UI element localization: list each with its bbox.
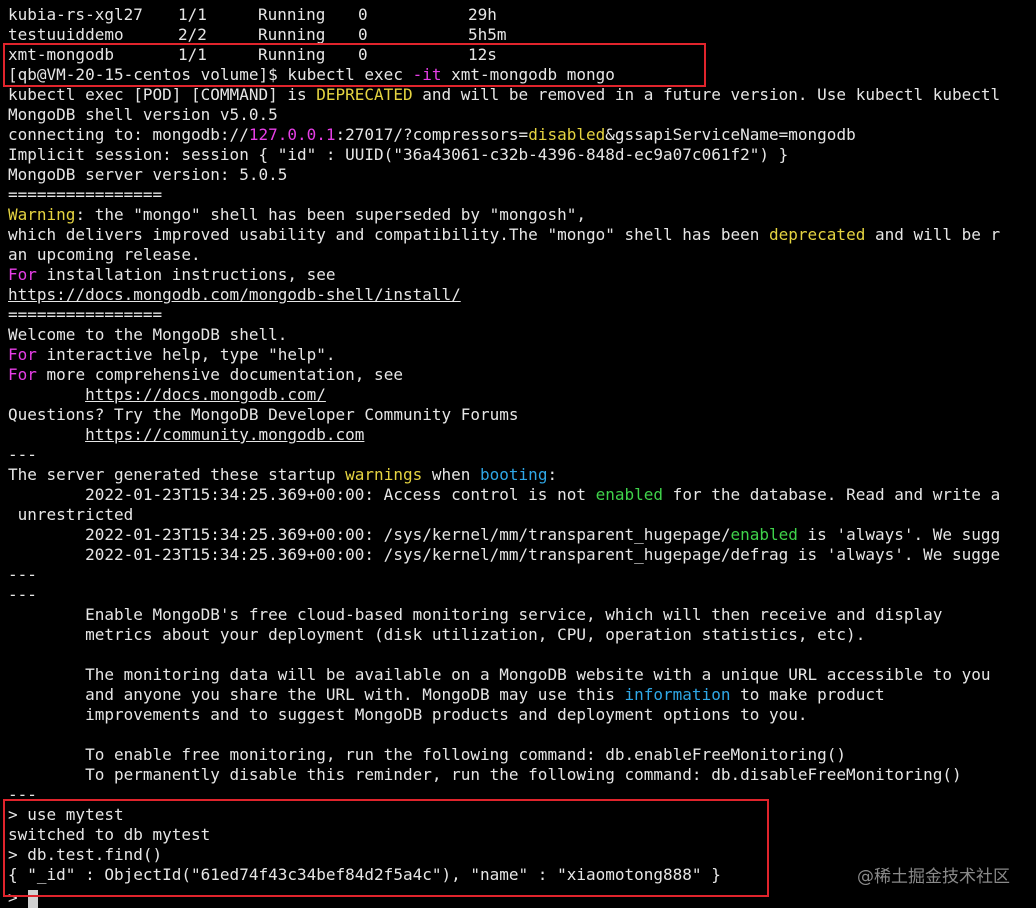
startup-warnings-header: The server generated these startup warni…: [8, 465, 558, 484]
switched-output: switched to db mytest: [8, 825, 211, 844]
warning-line: Warning: the "mongo" shell has been supe…: [8, 205, 586, 224]
upcoming-release: an upcoming release.: [8, 245, 201, 264]
install-instructions: For installation instructions, see: [8, 265, 336, 284]
pod-row-xmt-mongodb: xmt-mongodb 1/1 Running 0 12s: [8, 45, 497, 64]
help-line: For interactive help, type "help".: [8, 345, 336, 364]
find-result: { "_id" : ObjectId("61ed74f43c34bef84d2f…: [8, 865, 721, 884]
questions-line: Questions? Try the MongoDB Developer Com…: [8, 405, 519, 424]
welcome-line: Welcome to the MongoDB shell.: [8, 325, 288, 344]
mongosh-notice: which delivers improved usability and co…: [8, 225, 1001, 244]
dashes: ---: [8, 565, 37, 584]
monitoring-line: improvements and to suggest MongoDB prod…: [8, 705, 808, 724]
dashes: ---: [8, 445, 37, 464]
monitoring-line: metrics about your deployment (disk util…: [8, 625, 866, 644]
disable-monitoring-line: To permanently disable this reminder, ru…: [8, 765, 962, 784]
install-link[interactable]: https://docs.mongodb.com/mongodb-shell/i…: [8, 285, 461, 305]
docs-line: For more comprehensive documentation, se…: [8, 365, 403, 384]
server-version: MongoDB server version: 5.0.5: [8, 165, 288, 184]
pod-row: kubia-rs-xgl27 1/1 Running 0 29h: [8, 5, 497, 24]
community-link-row: https://community.mongodb.com: [8, 425, 364, 445]
unrestricted-line: unrestricted: [8, 505, 134, 524]
terminal-window[interactable]: kubia-rs-xgl27 1/1 Running 0 29h testuuiddem…: [0, 0, 1036, 908]
hugepage-enabled-warning: 2022-01-23T15:34:25.369+00:00: /sys/kern…: [8, 525, 1001, 544]
access-control-warning: 2022-01-23T15:34:25.369+00:00: Access co…: [8, 485, 1001, 504]
pod-row: testuuiddemo 2/2 Running 0 5h5m: [8, 25, 507, 44]
hugepage-defrag-warning: 2022-01-23T15:34:25.369+00:00: /sys/kern…: [8, 545, 1001, 564]
community-link[interactable]: https://community.mongodb.com: [85, 425, 364, 444]
find-command: > db.test.find(): [8, 845, 163, 864]
dashes: ---: [8, 785, 37, 804]
text-cursor[interactable]: [28, 890, 38, 908]
watermark: @稀土掘金技术社区: [857, 867, 1010, 887]
connecting-line: connecting to: mongodb://127.0.0.1:27017…: [8, 125, 856, 144]
session-line: Implicit session: session { "id" : UUID(…: [8, 145, 789, 164]
use-command: > use mytest: [8, 805, 124, 824]
dashes: ---: [8, 585, 37, 604]
shell-version: MongoDB shell version v5.0.5: [8, 105, 278, 124]
shell-prompt: >: [8, 888, 18, 907]
monitoring-line: and anyone you share the URL with. Mongo…: [8, 685, 885, 704]
separator: ================: [8, 305, 163, 324]
separator: ================: [8, 185, 163, 204]
monitoring-line: The monitoring data will be available on…: [8, 665, 991, 684]
kubectl-exec-command: [qb@VM-20-15-centos volume]$ kubectl exe…: [8, 65, 615, 84]
monitoring-line: Enable MongoDB's free cloud-based monito…: [8, 605, 943, 624]
enable-monitoring-line: To enable free monitoring, run the follo…: [8, 745, 847, 764]
docs-link-row: https://docs.mongodb.com/: [8, 385, 326, 405]
docs-link[interactable]: https://docs.mongodb.com/: [85, 385, 326, 404]
deprecation-notice: kubectl exec [POD] [COMMAND] is DEPRECAT…: [8, 85, 1001, 104]
